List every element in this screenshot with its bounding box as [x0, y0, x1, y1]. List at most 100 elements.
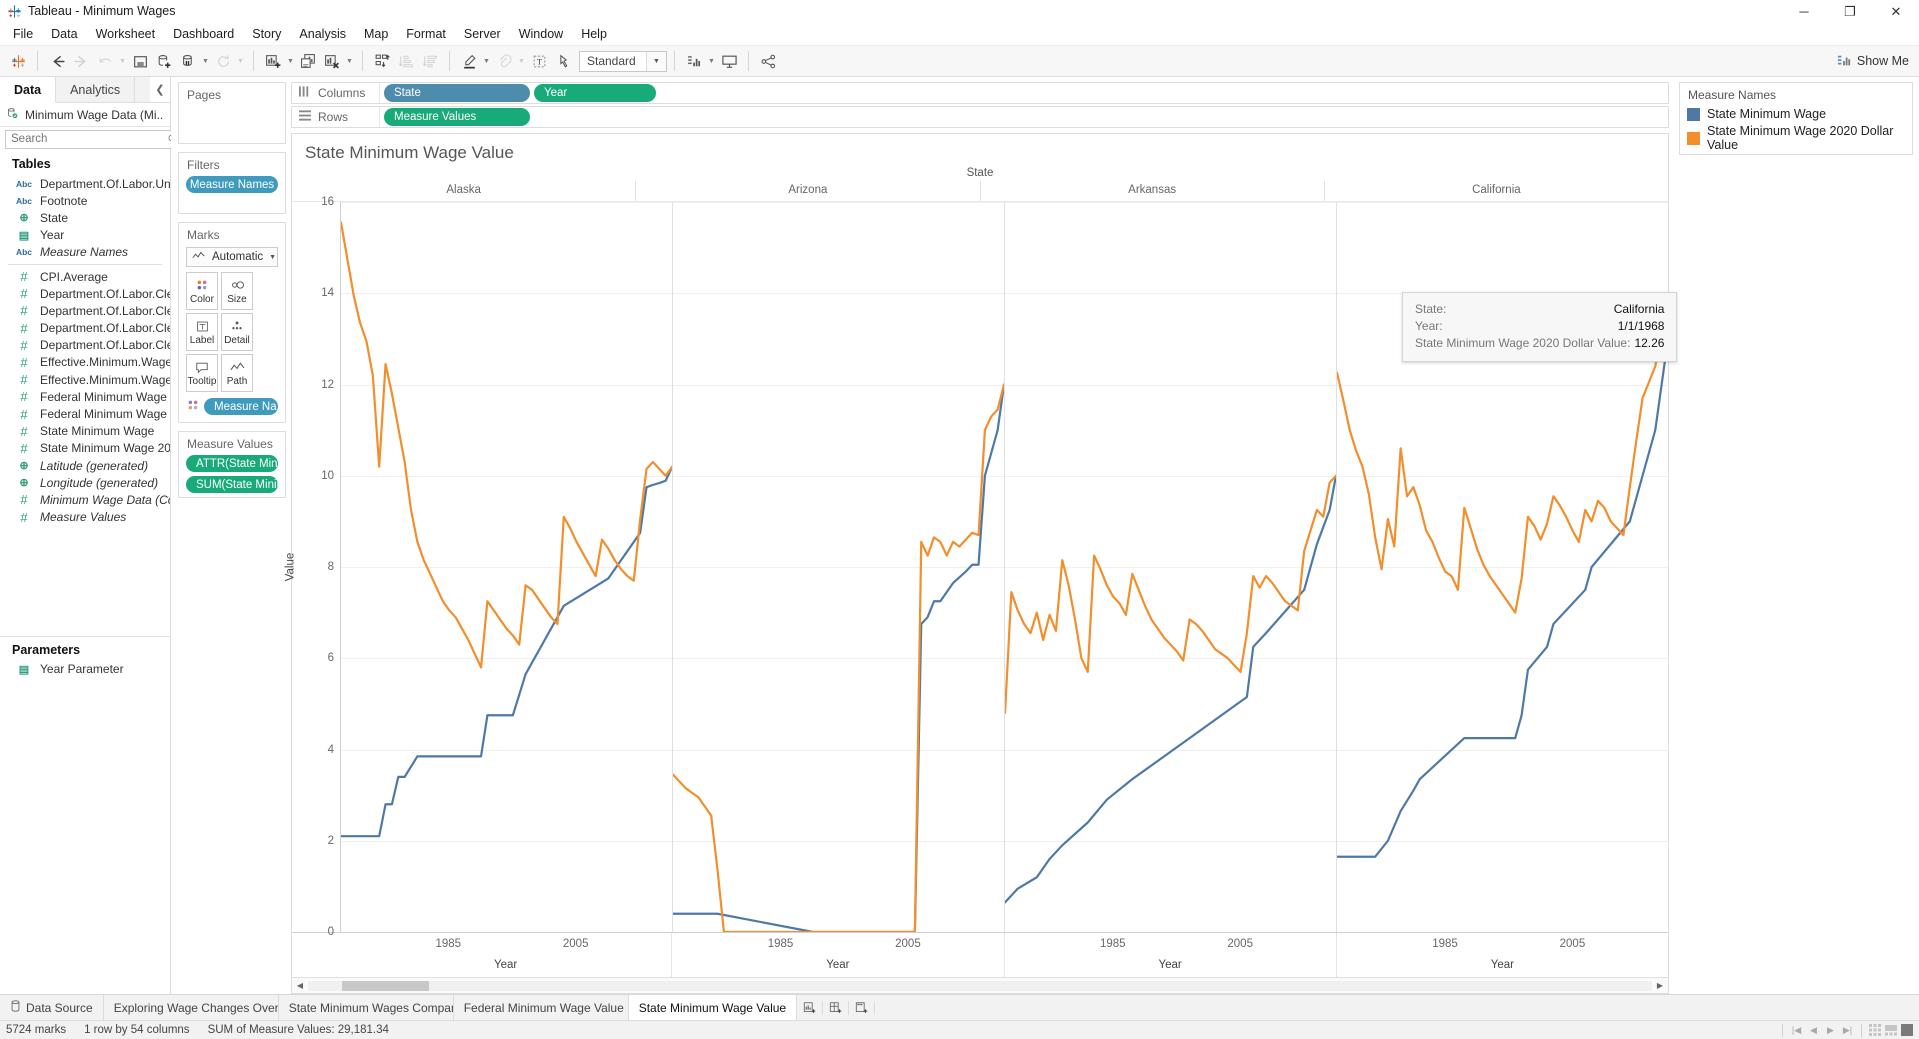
x-axis-panel-arizona[interactable]: 19852005Year — [671, 933, 1003, 977]
menu-story[interactable]: Story — [243, 24, 290, 45]
scroll-thumb[interactable] — [342, 981, 429, 991]
marks-path-button[interactable]: Path — [221, 354, 253, 392]
clear-sheet-caret-icon[interactable]: ▼ — [344, 49, 355, 73]
grid-view-icon[interactable] — [1867, 1024, 1883, 1037]
cards-caret-icon[interactable]: ▼ — [706, 49, 717, 73]
field-dimension-3[interactable]: ▤Year — [0, 227, 170, 244]
field-dimension-1[interactable]: AbcFootnote — [0, 192, 170, 209]
field-measure-0[interactable]: #CPI.Average — [0, 268, 170, 285]
filters-card[interactable]: Filters Measure Names — [178, 152, 286, 214]
horizontal-scrollbar[interactable]: ◀ ▶ — [292, 977, 1668, 993]
back-arrow-icon[interactable] — [45, 49, 69, 73]
menu-format[interactable]: Format — [397, 24, 455, 45]
new-story-icon[interactable] — [849, 1001, 875, 1015]
fix-axes-icon[interactable] — [551, 49, 575, 73]
search-input[interactable] — [5, 130, 182, 149]
rows-drop-zone[interactable]: Measure Values — [380, 107, 1668, 127]
presentation-mode-icon[interactable] — [717, 49, 741, 73]
show-me-button[interactable]: Show Me — [1837, 54, 1909, 68]
y-axis[interactable]: Value 0246810121416 — [292, 202, 340, 932]
x-axis-panel-california[interactable]: 19852005Year — [1336, 933, 1668, 977]
next-page-icon[interactable]: ▶ — [1822, 1025, 1839, 1036]
filter-pill-measure-names[interactable]: Measure Names — [186, 176, 278, 193]
panel-header-alaska[interactable]: Alaska — [292, 181, 635, 201]
pages-card[interactable]: Pages — [178, 82, 286, 144]
tab-data[interactable]: Data — [0, 77, 56, 103]
field-measure-6[interactable]: #Effective.Minimum.Wage.... — [0, 371, 170, 388]
field-dimension-4[interactable]: AbcMeasure Names — [0, 244, 170, 261]
undo-caret-icon[interactable]: ▼ — [117, 49, 128, 73]
search-field[interactable] — [6, 133, 165, 145]
columns-drop-zone[interactable]: State Year — [380, 83, 1668, 103]
highlight-icon[interactable] — [457, 49, 481, 73]
menu-window[interactable]: Window — [510, 24, 572, 45]
measure-values-pill-sum[interactable]: SUM(State Minim.. — [186, 476, 278, 493]
undo-icon[interactable] — [93, 49, 117, 73]
chevron-left-icon[interactable]: ❮ — [150, 77, 170, 102]
refresh-caret-icon[interactable]: ▼ — [235, 49, 246, 73]
x-axis-panel-alaska[interactable]: 19852005Year — [340, 933, 671, 977]
first-page-icon[interactable]: |◀ — [1788, 1025, 1805, 1036]
menu-help[interactable]: Help — [572, 24, 616, 45]
pause-data-updates-icon[interactable] — [176, 49, 200, 73]
marks-size-button[interactable]: Size — [221, 272, 253, 310]
chart-panel-arizona[interactable] — [672, 202, 1004, 932]
highlight-caret-icon[interactable]: ▼ — [481, 49, 492, 73]
x-axis-panel-arkansas[interactable]: 19852005Year — [1004, 933, 1336, 977]
menu-map[interactable]: Map — [355, 24, 397, 45]
sheet-tab-3[interactable]: State Minimum Wage Value — [629, 995, 797, 1020]
chart-panel-arkansas[interactable] — [1004, 202, 1336, 932]
field-measure-7[interactable]: #Federal Minimum Wage — [0, 388, 170, 405]
panel-header-arkansas[interactable]: Arkansas — [980, 181, 1324, 201]
tab-analytics[interactable]: Analytics — [56, 77, 135, 102]
scroll-left-icon[interactable]: ◀ — [292, 981, 308, 990]
show-hide-cards-icon[interactable] — [682, 49, 706, 73]
field-measure-8[interactable]: #Federal Minimum Wage 2... — [0, 405, 170, 422]
panel-header-california[interactable]: California — [1324, 181, 1668, 201]
field-measure-2[interactable]: #Department.Of.Labor.Cle... — [0, 302, 170, 319]
sheet-tab-0[interactable]: Exploring Wage Changes Over Ti... — [104, 995, 279, 1020]
share-icon[interactable] — [756, 49, 780, 73]
field-measure-5[interactable]: #Effective.Minimum.Wage — [0, 354, 170, 371]
minimize-button[interactable]: ─ — [1781, 0, 1827, 23]
field-dimension-2[interactable]: ⊕State — [0, 209, 170, 226]
group-members-icon[interactable] — [492, 49, 516, 73]
sheet-view-icon[interactable] — [1899, 1024, 1915, 1037]
menu-dashboard[interactable]: Dashboard — [164, 24, 243, 45]
marks-label-button[interactable]: Label — [186, 313, 218, 351]
data-source-row[interactable]: Minimum Wage Data (Mi... — [0, 103, 170, 127]
sheet-tab-1[interactable]: State Minimum Wages Compari... — [279, 995, 454, 1020]
duplicate-sheet-icon[interactable] — [296, 49, 320, 73]
marks-color-pill[interactable]: Measure Na.. — [204, 398, 278, 415]
field-measure-3[interactable]: #Department.Of.Labor.Cle... — [0, 320, 170, 337]
marks-detail-button[interactable]: Detail — [221, 313, 253, 351]
mark-type-selector[interactable]: Automatic ▼ — [186, 247, 278, 267]
field-measure-9[interactable]: #State Minimum Wage — [0, 423, 170, 440]
pause-caret-icon[interactable]: ▼ — [200, 49, 211, 73]
menu-data[interactable]: Data — [42, 24, 86, 45]
filmstrip-view-icon[interactable] — [1883, 1024, 1899, 1037]
pill-measure-values[interactable]: Measure Values — [384, 108, 530, 126]
field-measure-10[interactable]: #State Minimum Wage 202... — [0, 440, 170, 457]
sheet-tab-2[interactable]: Federal Minimum Wage Value — [454, 995, 629, 1020]
marks-tooltip-button[interactable]: Tooltip — [186, 354, 218, 392]
menu-server[interactable]: Server — [455, 24, 510, 45]
menu-worksheet[interactable]: Worksheet — [87, 24, 165, 45]
prev-page-icon[interactable]: ◀ — [1805, 1025, 1822, 1036]
measure-values-pill-attr[interactable]: ATTR(State Minim.. — [186, 455, 278, 472]
close-button[interactable]: ✕ — [1873, 0, 1919, 23]
chart-panel-alaska[interactable] — [341, 202, 672, 932]
save-icon[interactable] — [128, 49, 152, 73]
scroll-right-icon[interactable]: ▶ — [1652, 981, 1668, 990]
marks-color-button[interactable]: Color — [186, 272, 218, 310]
columns-shelf[interactable]: Columns State Year — [291, 82, 1669, 104]
new-data-source-icon[interactable] — [152, 49, 176, 73]
parameter-year-parameter[interactable]: ▤ Year Parameter — [0, 661, 170, 678]
panel-header-arizona[interactable]: Arizona — [635, 181, 979, 201]
legend-item-1[interactable]: State Minimum Wage 2020 Dollar Value — [1680, 123, 1912, 154]
show-mark-labels-icon[interactable]: T — [527, 49, 551, 73]
mark-type-caret-icon[interactable]: ▼ — [269, 254, 276, 261]
forward-arrow-icon[interactable] — [69, 49, 93, 73]
last-page-icon[interactable]: ▶| — [1839, 1025, 1856, 1036]
field-measure-13[interactable]: #Minimum Wage Data (Cou... — [0, 491, 170, 508]
